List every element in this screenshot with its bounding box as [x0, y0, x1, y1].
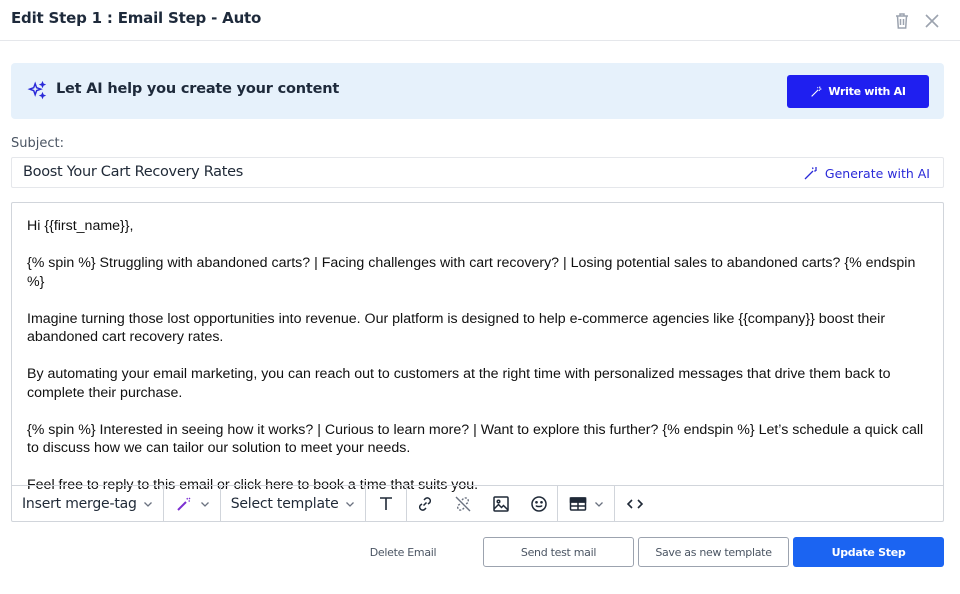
insert-image-button[interactable]: [485, 494, 517, 514]
source-code-button[interactable]: [615, 486, 655, 521]
unlink-button[interactable]: [447, 494, 479, 514]
email-paragraph: Hi {{first_name}},: [27, 218, 134, 234]
chevron-down-icon: [143, 501, 152, 507]
email-paragraph: {% spin %} Interested in seeing how it w…: [27, 421, 924, 457]
sparkle-icon: [27, 80, 47, 100]
chevron-down-icon: [594, 501, 603, 507]
select-template-dropdown[interactable]: Select template: [221, 486, 366, 521]
ai-banner-text: Let AI help you create your content: [56, 81, 340, 97]
chevron-down-icon: [345, 501, 354, 507]
update-step-button[interactable]: Update Step: [793, 537, 944, 567]
subject-input[interactable]: Boost Your Cart Recovery Rates Generate …: [11, 157, 944, 188]
link-group: [407, 486, 558, 521]
magic-wand-icon: [811, 86, 822, 97]
text-format-icon: [379, 496, 392, 510]
delete-email-button[interactable]: Delete Email: [363, 537, 443, 567]
select-template-label: Select template: [230, 495, 339, 512]
insert-merge-tag-label: Insert merge-tag: [22, 495, 137, 512]
insert-emoji-button[interactable]: [523, 494, 555, 514]
link-icon: [418, 496, 431, 511]
magic-wand-icon: [804, 167, 817, 180]
text-format-button[interactable]: [366, 486, 407, 521]
email-body-content[interactable]: Hi {{first_name}}, {% spin %} Struggling…: [27, 217, 927, 513]
insert-merge-tag-dropdown[interactable]: Insert merge-tag: [12, 486, 164, 521]
trash-icon[interactable]: [892, 11, 912, 31]
email-paragraph: Imagine turning those lost opportunities…: [27, 310, 886, 346]
insert-link-button[interactable]: [409, 494, 441, 514]
subject-value[interactable]: Boost Your Cart Recovery Rates: [23, 164, 243, 180]
editor-toolbar: Insert merge-tag Select template: [12, 485, 943, 521]
email-paragraph: {% spin %} Struggling with abandoned car…: [27, 255, 916, 290]
subject-label: Subject:: [11, 136, 64, 151]
code-icon: [626, 498, 643, 509]
generate-with-ai-label: Generate with AI: [824, 165, 930, 181]
insert-table-dropdown[interactable]: [558, 486, 615, 521]
magic-wand-icon: [176, 497, 191, 511]
write-with-ai-button[interactable]: Write with AI: [787, 75, 929, 108]
unlink-icon: [455, 496, 471, 511]
email-paragraph: By automating your email marketing, you …: [27, 366, 891, 401]
send-test-mail-button[interactable]: Send test mail: [483, 537, 634, 567]
modal-title: Edit Step 1 : Email Step - Auto: [11, 9, 262, 27]
ai-help-banner: Let AI help you create your content Writ…: [11, 63, 944, 119]
close-icon[interactable]: [922, 11, 942, 31]
write-with-ai-label: Write with AI: [828, 85, 906, 98]
modal-header: Edit Step 1 : Email Step - Auto: [0, 0, 960, 41]
save-as-new-template-button[interactable]: Save as new template: [638, 537, 789, 567]
emoji-icon: [530, 495, 547, 512]
generate-with-ai-button[interactable]: Generate with AI: [803, 165, 930, 181]
image-icon: [492, 495, 509, 512]
table-icon: [569, 496, 586, 511]
chevron-down-icon: [200, 501, 209, 507]
ai-wand-dropdown[interactable]: [164, 486, 221, 521]
email-body-editor[interactable]: Hi {{first_name}}, {% spin %} Struggling…: [11, 202, 944, 522]
